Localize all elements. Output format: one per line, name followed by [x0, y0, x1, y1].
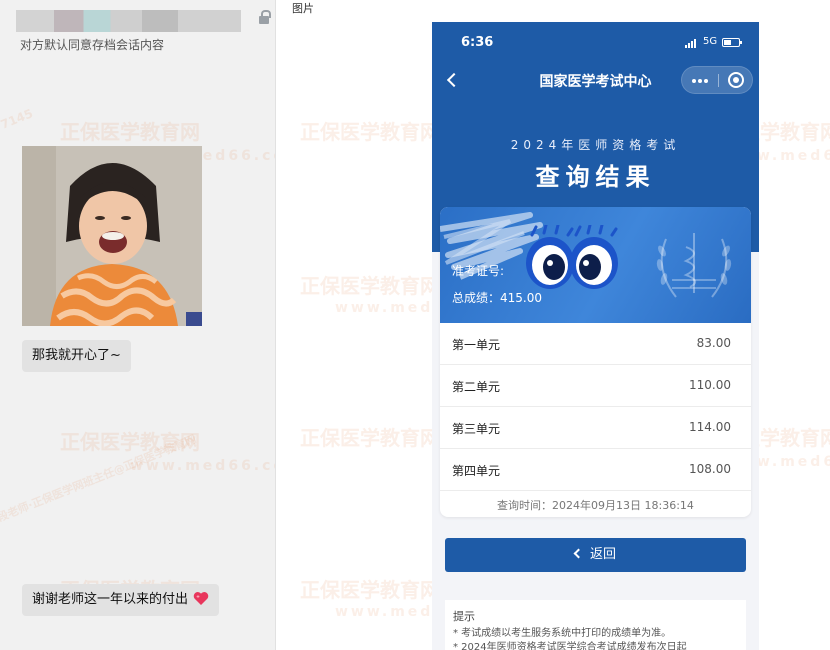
watermark-text: 正保医学教育网 [300, 274, 440, 298]
watermark-text: 正保医学教育网 [60, 120, 200, 144]
unit-score-row: 第三单元 114.00 [440, 407, 751, 449]
battery-icon [722, 38, 742, 47]
unit-score: 108.00 [689, 462, 731, 476]
chevron-left-icon [573, 548, 584, 559]
nav-back-icon[interactable] [444, 70, 462, 90]
back-button[interactable]: 返回 [445, 538, 746, 572]
watermark-text: 7145 [0, 106, 35, 132]
unit-score-row: 第一单元 83.00 [440, 323, 751, 365]
capsule-divider [718, 74, 719, 87]
nav-title: 国家医学考试中心 [539, 74, 652, 90]
unit-name: 第一单元 [452, 338, 501, 352]
chat-bubble: 那我就开心了~ [22, 340, 131, 372]
tips-title: 提示 [453, 610, 475, 623]
lock-icon [259, 10, 271, 26]
result-card: 准考证号: 总成绩：415.00 第一单元 83.00 第二单元 110.00 [440, 207, 751, 517]
chat-bubble: 谢谢老师这一年以来的付出 [22, 584, 220, 616]
watermark-text: 正保医学教育网 [300, 578, 440, 602]
nmec-emblem-icon [656, 233, 732, 298]
shared-image[interactable] [22, 146, 202, 326]
unit-score-row: 第二单元 110.00 [440, 365, 751, 407]
phone-screenshot: 6:36 5G 国家医学考试中心 2024年医师资格考试 查询结果 准考证号: … [432, 22, 759, 650]
result-card-header: 准考证号: 总成绩：415.00 [440, 207, 751, 323]
total-score: 总成绩：415.00 [452, 291, 542, 305]
query-time: 查询时间：2024年09月13日 18:36:14 [497, 499, 694, 512]
tips-line: * 2024年医师资格考试医学综合考试成绩发布次日起 [453, 642, 687, 650]
watermark-text: 正保医学教育网 [60, 430, 200, 454]
unit-score: 110.00 [689, 378, 731, 392]
cartoon-eyes-sticker [526, 225, 618, 289]
panel-label: 图片 [292, 2, 314, 15]
archive-notice: 对方默认同意存档会话内容 [20, 38, 165, 52]
exam-subtitle: 2024年医师资格考试 [510, 138, 681, 152]
unit-name: 第四单元 [452, 464, 501, 478]
ticket-number-label: 准考证号: [452, 264, 505, 278]
chat-message-text: 那我就开心了~ [32, 348, 121, 363]
signal-icon [685, 38, 699, 48]
chat-panel: 对方默认同意存档会话内容 7145 正保医学教育网 正保医学教育网 正保医学教育… [0, 0, 276, 650]
watermark-text: 正保医学教育网 [300, 426, 440, 450]
miniprogram-capsule [681, 66, 753, 94]
page-title: 查询结果 [535, 163, 656, 191]
watermark-text: 正保医学教育网 [300, 120, 440, 144]
status-time: 6:36 [461, 35, 494, 50]
unit-name: 第三单元 [452, 422, 501, 436]
chat-header: 对方默认同意存档会话内容 [0, 0, 275, 60]
unit-score: 83.00 [696, 336, 731, 350]
watermark-staff: 段老师·正保医学网班主任@正保医学教育网 [0, 432, 199, 525]
tips-line: * 考试成绩以考生服务系统中打印的成绩单为准。 [453, 628, 672, 639]
back-button-label: 返回 [589, 547, 616, 562]
close-miniprogram-icon[interactable] [728, 72, 744, 88]
more-icon[interactable] [684, 69, 716, 91]
chat-message-text: 谢谢老师这一年以来的付出 [32, 592, 189, 607]
unit-name: 第二单元 [452, 380, 501, 394]
network-type: 5G [703, 36, 718, 47]
unit-score-row: 第四单元 108.00 [440, 449, 751, 491]
blurred-contact-name [16, 10, 241, 32]
watermark-url: www.med66.com [130, 458, 275, 474]
unit-score: 114.00 [689, 420, 731, 434]
heart-icon [193, 592, 209, 605]
child-photo-image [22, 146, 202, 326]
tips-panel: 提示 * 考试成绩以考生服务系统中打印的成绩单为准。 * 2024年医师资格考试… [445, 600, 746, 650]
